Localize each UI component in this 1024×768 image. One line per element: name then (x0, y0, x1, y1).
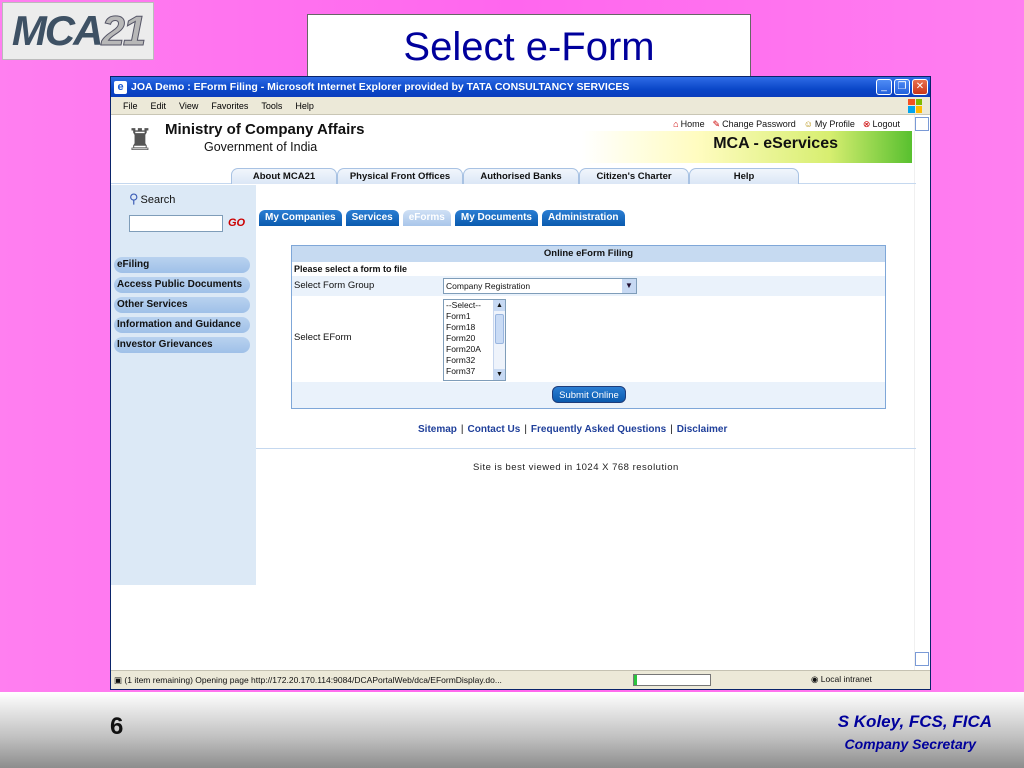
search-label: ⚲ Search (129, 191, 176, 206)
slide-title: Select e-Form (307, 14, 751, 78)
tab-citizens-charter[interactable]: Citizen's Charter (579, 168, 689, 184)
government-name: Government of India (204, 140, 318, 154)
sub-tabs: My Companies Services eForms My Document… (259, 210, 625, 226)
form-group-label: Select Form Group (294, 280, 375, 291)
window-titlebar[interactable]: e JOA Demo : EForm Filing - Microsoft In… (111, 77, 930, 97)
tab-services[interactable]: Services (345, 210, 399, 226)
page-icon: ▣ (114, 674, 125, 685)
window-title: JOA Demo : EForm Filing - Microsoft Inte… (131, 81, 630, 93)
best-view-note: Site is best viewed in 1024 X 768 resolu… (473, 462, 679, 473)
menu-favorites[interactable]: Favorites (211, 101, 248, 111)
minimize-icon[interactable]: _ (876, 79, 892, 95)
ie-icon: e (114, 80, 127, 94)
logo-number-text: 21 (101, 7, 147, 55)
site-header: ♜ Ministry of Company Affairs Government… (111, 115, 930, 168)
tab-authorised-banks[interactable]: Authorised Banks (463, 168, 579, 184)
vertical-scrollbar[interactable] (914, 115, 930, 670)
top-links: ⌂ Home ✎ Change Password ☺ My Profile ⊗ Logo… (673, 119, 900, 130)
page-content: ♜ Ministry of Company Affairs Government… (111, 115, 930, 670)
my-profile-link[interactable]: ☺ My Profile (804, 119, 855, 130)
change-password-link[interactable]: ✎ Change Password (713, 119, 796, 130)
sitemap-link[interactable]: Sitemap (418, 424, 457, 435)
restore-icon[interactable]: ❐ (894, 79, 910, 95)
eform-listbox[interactable]: --Select-- Form1 Form18 Form20 Form20A F… (443, 299, 506, 381)
home-link[interactable]: ⌂ Home (673, 119, 704, 130)
chevron-down-icon[interactable]: ▼ (494, 369, 505, 380)
menu-edit[interactable]: Edit (151, 101, 167, 111)
faq-link[interactable]: Frequently Asked Questions (531, 424, 666, 435)
contact-us-link[interactable]: Contact Us (468, 424, 521, 435)
logout-link[interactable]: ⊗ Logout (863, 119, 900, 130)
tab-my-companies[interactable]: My Companies (259, 210, 342, 226)
chevron-up-icon[interactable]: ▲ (494, 300, 505, 311)
tab-eforms[interactable]: eForms (402, 210, 451, 226)
search-icon: ⚲ (129, 191, 139, 206)
menu-help[interactable]: Help (295, 101, 314, 111)
zone-indicator: ◉ Local intranet (811, 674, 872, 684)
close-icon[interactable]: ✕ (912, 79, 928, 95)
logo-main-text: MCA (11, 7, 104, 54)
home-icon: ⌂ (673, 119, 679, 129)
menu-bar: File Edit View Favorites Tools Help (111, 97, 930, 115)
go-button[interactable]: GO (228, 217, 245, 229)
pencil-icon: ✎ (712, 119, 721, 129)
form-group-row: Select Form Group Company Registration ▼ (292, 276, 885, 296)
scroll-down-button[interactable] (915, 652, 929, 666)
footer-divider (256, 448, 916, 449)
sidebar-item-investor-grievances[interactable]: Investor Grievances (114, 337, 250, 353)
menu-file[interactable]: File (123, 101, 138, 111)
tab-administration[interactable]: Administration (541, 210, 625, 226)
footer-links: Sitemap | Contact Us | Frequently Asked Ques… (418, 424, 728, 435)
sidebar-item-efiling[interactable]: eFiling (114, 257, 250, 273)
author-name: S Koley, FCS, FICA (837, 712, 992, 731)
sidebar-item-information-and-guidance[interactable]: Information and Guidance (114, 317, 250, 333)
status-bar: ▣ (1 item remaining) Opening page http:/… (111, 670, 930, 689)
listbox-scroll-thumb[interactable] (495, 314, 504, 344)
search-input[interactable] (129, 215, 223, 232)
sidebar: ⚲ Search GO eFiling Access Public Documen… (111, 185, 256, 585)
globe-icon: ◉ (811, 674, 821, 684)
scroll-up-button[interactable] (915, 117, 929, 131)
eform-filing-panel: Online eForm Filing Please select a form… (291, 245, 886, 409)
windows-logo-icon (908, 98, 922, 113)
tab-about-mca21[interactable]: About MCA21 (231, 168, 337, 184)
tab-my-documents[interactable]: My Documents (454, 210, 538, 226)
main-nav: About MCA21 Physical Front Offices Autho… (111, 168, 916, 184)
browser-window: e JOA Demo : EForm Filing - Microsoft In… (110, 76, 931, 690)
sidebar-item-other-services[interactable]: Other Services (114, 297, 250, 313)
progress-bar (633, 674, 711, 686)
window-controls: _ ❐ ✕ (876, 79, 930, 95)
chevron-down-icon[interactable]: ▼ (622, 279, 636, 293)
submit-row: Submit Online (292, 382, 885, 408)
panel-instruction: Please select a form to file (294, 264, 408, 274)
status-message: ▣ (1 item remaining) Opening page http:/… (114, 674, 502, 685)
disclaimer-link[interactable]: Disclaimer (677, 424, 728, 435)
form-group-select[interactable]: Company Registration ▼ (443, 278, 637, 294)
smiley-icon: ☺ (803, 119, 813, 129)
national-emblem-icon: ♜ (126, 124, 154, 157)
listbox-scrollbar[interactable]: ▲ ▼ (493, 300, 505, 380)
eservices-title: MCA - eServices (713, 135, 838, 152)
menu-tools[interactable]: Tools (261, 101, 282, 111)
logout-icon: ⊗ (862, 119, 871, 129)
tab-physical-front-offices[interactable]: Physical Front Offices (337, 168, 463, 184)
author-role: Company Secretary (844, 736, 976, 752)
mca21-logo: MCA21 (2, 2, 154, 60)
eform-row: Select EForm --Select-- Form1 Form18 For… (292, 296, 885, 382)
eform-label: Select EForm (294, 332, 352, 343)
tab-help[interactable]: Help (689, 168, 799, 184)
submit-online-button[interactable]: Submit Online (552, 386, 626, 403)
sidebar-item-access-public-documents[interactable]: Access Public Documents (114, 277, 250, 293)
ministry-name: Ministry of Company Affairs (165, 121, 365, 138)
panel-heading: Online eForm Filing (292, 246, 885, 262)
page-number: 6 (110, 713, 124, 740)
form-group-value: Company Registration (446, 281, 531, 291)
menu-view[interactable]: View (179, 101, 198, 111)
